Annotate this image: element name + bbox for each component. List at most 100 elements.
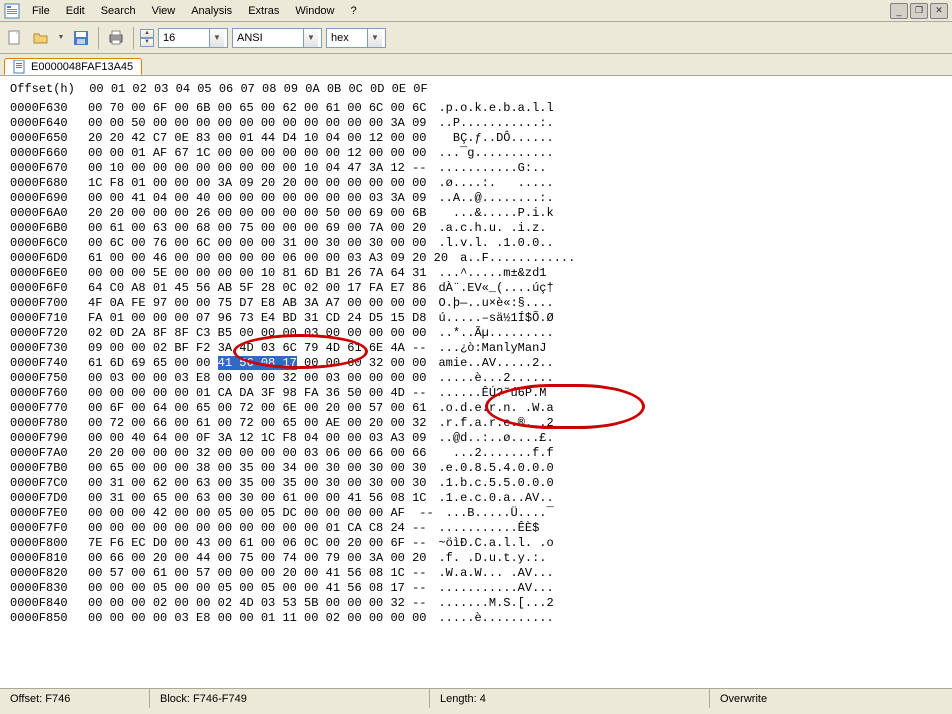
hex-row[interactable]: 0000F7C0 00 31 00 62 00 63 00 35 00 35 0… (10, 476, 942, 491)
hex-row[interactable]: 0000F730 09 00 00 02 BF F2 3A 4D 03 6C 7… (10, 341, 942, 356)
hex-row[interactable]: 0000F770 00 6F 00 64 00 65 00 72 00 6E 0… (10, 401, 942, 416)
bytes-cell[interactable]: 00 66 00 20 00 44 00 75 00 74 00 79 00 3… (74, 551, 427, 565)
hex-row[interactable]: 0000F830 00 00 00 05 00 00 05 00 05 00 0… (10, 581, 942, 596)
bytes-cell[interactable]: 00 00 41 04 00 40 00 00 00 00 00 00 00 0… (74, 191, 427, 205)
bytes-cell[interactable]: 00 00 50 00 00 00 00 00 00 00 00 00 00 0… (74, 116, 427, 130)
bytes-cell[interactable]: 61 00 00 46 00 00 00 00 00 06 00 00 03 A… (74, 251, 448, 265)
menu-edit[interactable]: Edit (58, 3, 93, 19)
print-button[interactable] (105, 27, 127, 49)
bytes-cell[interactable]: 00 00 00 42 00 00 05 00 05 DC 00 00 00 0… (74, 506, 434, 520)
ascii-cell[interactable]: ...........ÊÈ$ (438, 521, 539, 535)
hex-row[interactable]: 0000F640 00 00 50 00 00 00 00 00 00 00 0… (10, 116, 942, 131)
ascii-cell[interactable]: .1.b.c.5.5.0.0.0 (438, 476, 553, 490)
hex-row[interactable]: 0000F6B0 00 61 00 63 00 68 00 75 00 00 0… (10, 221, 942, 236)
ascii-cell[interactable]: ...........AV... (438, 581, 553, 595)
ascii-cell[interactable]: .o.d.e.r.n. .W.a (438, 401, 553, 415)
charset-combo[interactable]: ▼ (232, 28, 322, 48)
hex-row[interactable]: 0000F840 00 00 00 02 00 00 02 4D 03 53 5… (10, 596, 942, 611)
bytes-cell[interactable]: 00 00 00 00 03 E8 00 00 01 11 00 02 00 0… (74, 611, 427, 625)
hex-row[interactable]: 0000F6C0 00 6C 00 76 00 6C 00 00 00 31 0… (10, 236, 942, 251)
hex-row[interactable]: 0000F6A0 20 20 00 00 00 26 00 00 00 00 0… (10, 206, 942, 221)
mode-combo[interactable]: ▼ (326, 28, 386, 48)
hex-row[interactable]: 0000F7B0 00 65 00 00 00 38 00 35 00 34 0… (10, 461, 942, 476)
bytes-cell[interactable]: 61 6D 69 65 00 00 41 56 08 17 00 00 00 3… (74, 356, 427, 370)
new-button[interactable] (4, 27, 26, 49)
chevron-down-icon[interactable]: ▼ (303, 29, 318, 47)
bytes-cell[interactable]: 00 6F 00 64 00 65 00 72 00 6E 00 20 00 5… (74, 401, 427, 415)
bytes-cell[interactable]: 00 31 00 65 00 63 00 30 00 61 00 00 41 5… (74, 491, 427, 505)
close-button[interactable]: ✕ (930, 3, 948, 19)
bytes-cell[interactable]: 00 00 00 5E 00 00 00 00 10 81 6D B1 26 7… (74, 266, 427, 280)
ascii-cell[interactable]: .......M.S.[...2 (438, 596, 553, 610)
ascii-cell[interactable]: .a.c.h.u. .i.z. (438, 221, 553, 235)
hex-row[interactable]: 0000F6D0 61 00 00 46 00 00 00 00 00 06 0… (10, 251, 942, 266)
bytes-cell[interactable]: 00 00 00 02 00 00 02 4D 03 53 5B 00 00 0… (74, 596, 427, 610)
menu-extras[interactable]: Extras (240, 3, 287, 19)
selected-bytes[interactable]: 41 56 08 17 (218, 356, 297, 370)
bytes-cell[interactable]: 4F 0A FE 97 00 00 75 D7 E8 AB 3A A7 00 0… (74, 296, 427, 310)
bytes-per-row-spinner[interactable]: ▲▼ (140, 29, 154, 47)
bytes-cell[interactable]: 09 00 00 02 BF F2 3A 4D 03 6C 79 4D 61 6… (74, 341, 427, 355)
ascii-cell[interactable]: ú.....–sä½1Í$Õ.Ø (438, 311, 553, 325)
bytes-cell[interactable]: 1C F8 01 00 00 00 3A 09 20 20 00 00 00 0… (74, 176, 427, 190)
hex-row[interactable]: 0000F820 00 57 00 61 00 57 00 00 00 20 0… (10, 566, 942, 581)
bytes-cell[interactable]: 00 61 00 63 00 68 00 75 00 00 00 69 00 7… (74, 221, 427, 235)
restore-button[interactable]: ❐ (910, 3, 928, 19)
mode-input[interactable] (327, 32, 367, 44)
ascii-cell[interactable]: .f. .D.u.t.y.:. (438, 551, 553, 565)
hex-row[interactable]: 0000F800 7E F6 EC D0 00 43 00 61 00 06 0… (10, 536, 942, 551)
hex-row[interactable]: 0000F650 20 20 42 C7 0E 83 00 01 44 D4 1… (10, 131, 942, 146)
hex-row[interactable]: 0000F7D0 00 31 00 65 00 63 00 30 00 61 0… (10, 491, 942, 506)
hex-row[interactable]: 0000F630 00 70 00 6F 00 6B 00 65 00 62 0… (10, 101, 942, 116)
ascii-cell[interactable]: ..@d..:..ø....£. (438, 431, 553, 445)
hex-row[interactable]: 0000F760 00 00 00 00 00 01 CA DA 3F 98 F… (10, 386, 942, 401)
bytes-per-row-combo[interactable]: ▼ (158, 28, 228, 48)
bytes-cell[interactable]: 00 70 00 6F 00 6B 00 65 00 62 00 61 00 6… (74, 101, 427, 115)
ascii-cell[interactable]: .p.o.k.e.b.a.l.l (438, 101, 553, 115)
ascii-cell[interactable]: ..*..Ãµ......... (438, 326, 553, 340)
ascii-cell[interactable]: ...^.....m±&zd1 (438, 266, 546, 280)
bytes-cell[interactable]: 00 6C 00 76 00 6C 00 00 00 31 00 30 00 3… (74, 236, 427, 250)
hex-row[interactable]: 0000F7F0 00 00 00 00 00 00 00 00 00 00 0… (10, 521, 942, 536)
bytes-cell[interactable]: 00 72 00 66 00 61 00 72 00 65 00 AE 00 2… (74, 416, 427, 430)
bytes-per-row-input[interactable] (159, 32, 209, 44)
bytes-cell[interactable]: 00 00 40 64 00 0F 3A 12 1C F8 04 00 00 0… (74, 431, 427, 445)
ascii-cell[interactable]: a..F............ (460, 251, 575, 265)
minimize-button[interactable]: _ (890, 3, 908, 19)
menu-help[interactable]: ? (343, 3, 365, 19)
bytes-cell[interactable]: 20 20 42 C7 0E 83 00 01 44 D4 10 04 00 1… (74, 131, 427, 145)
menu-file[interactable]: File (24, 3, 58, 19)
hex-row[interactable]: 0000F810 00 66 00 20 00 44 00 75 00 74 0… (10, 551, 942, 566)
ascii-cell[interactable]: ...¿ò:ManlyManJ (438, 341, 546, 355)
bytes-cell[interactable]: 20 20 00 00 00 26 00 00 00 00 00 50 00 6… (74, 206, 427, 220)
hex-row[interactable]: 0000F6F0 64 C0 A8 01 45 56 AB 5F 28 0C 0… (10, 281, 942, 296)
ascii-cell[interactable]: O.þ—..u×è«:§.... (438, 296, 553, 310)
hex-row[interactable]: 0000F680 1C F8 01 00 00 00 3A 09 20 20 0… (10, 176, 942, 191)
ascii-cell[interactable]: ...&.....P.i.k (438, 206, 553, 220)
ascii-cell[interactable]: .r.f.a.r.e.®. .2 (438, 416, 553, 430)
hex-row[interactable]: 0000F7E0 00 00 00 42 00 00 05 00 05 DC 0… (10, 506, 942, 521)
open-dropdown[interactable]: ▼ (56, 27, 66, 49)
menu-window[interactable]: Window (287, 3, 342, 19)
ascii-cell[interactable]: .....è.......... (438, 611, 553, 625)
hex-row[interactable]: 0000F850 00 00 00 00 03 E8 00 00 01 11 0… (10, 611, 942, 626)
ascii-cell[interactable]: BÇ.ƒ..DÔ...... (438, 131, 553, 145)
ascii-cell[interactable]: amie..AV.....2.. (438, 356, 553, 370)
bytes-cell[interactable]: 00 00 00 05 00 00 05 00 05 00 00 41 56 0… (74, 581, 427, 595)
hex-row[interactable]: 0000F780 00 72 00 66 00 61 00 72 00 65 0… (10, 416, 942, 431)
bytes-cell[interactable]: 00 10 00 00 00 00 00 00 00 00 10 04 47 3… (74, 161, 427, 175)
hex-row[interactable]: 0000F690 00 00 41 04 00 40 00 00 00 00 0… (10, 191, 942, 206)
bytes-cell[interactable]: 7E F6 EC D0 00 43 00 61 00 06 0C 00 20 0… (74, 536, 427, 550)
hex-view[interactable]: Offset(h) 00 01 02 03 04 05 06 07 08 09 … (0, 76, 952, 688)
ascii-cell[interactable]: .W.a.W... .AV... (438, 566, 553, 580)
menu-analysis[interactable]: Analysis (183, 3, 240, 19)
file-tab[interactable]: E0000048FAF13A45 (4, 58, 142, 75)
chevron-down-icon[interactable]: ▼ (367, 29, 382, 47)
ascii-cell[interactable]: ~öìÐ.C.a.l.l. .o (438, 536, 553, 550)
hex-row[interactable]: 0000F710 FA 01 00 00 00 07 96 73 E4 BD 3… (10, 311, 942, 326)
bytes-cell[interactable]: 64 C0 A8 01 45 56 AB 5F 28 0C 02 00 17 F… (74, 281, 427, 295)
hex-row[interactable]: 0000F700 4F 0A FE 97 00 00 75 D7 E8 AB 3… (10, 296, 942, 311)
hex-row[interactable]: 0000F750 00 03 00 00 03 E8 00 00 00 32 0… (10, 371, 942, 386)
bytes-cell[interactable]: 00 00 01 AF 67 1C 00 00 00 00 00 00 12 0… (74, 146, 427, 160)
menu-view[interactable]: View (144, 3, 184, 19)
